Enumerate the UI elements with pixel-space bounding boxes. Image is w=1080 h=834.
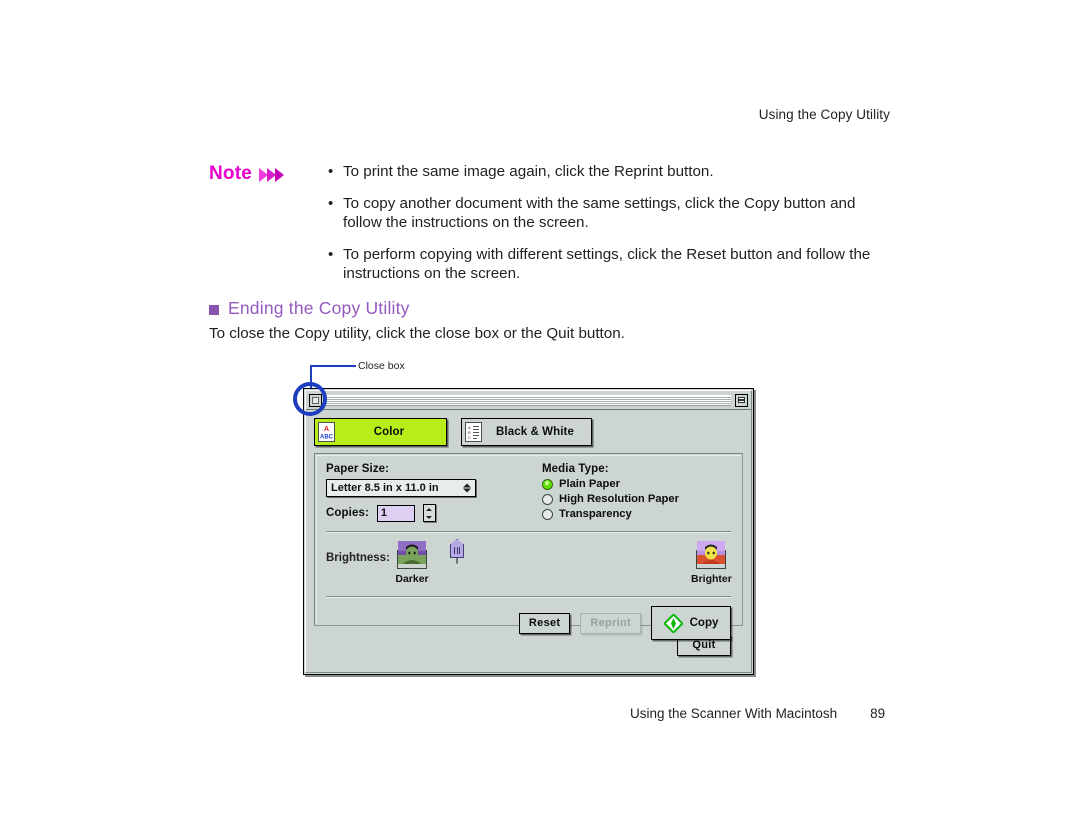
settings-panel: Paper Size: Letter 8.5 in x 11.0 in Copi…	[314, 453, 743, 640]
media-type-option-high-resolution-paper[interactable]: High Resolution Paper	[542, 493, 731, 505]
darker-caption: Darker	[395, 573, 429, 585]
copies-stepper[interactable]	[422, 504, 436, 522]
window-body: A ABC Color A B C Black & White Paper Si…	[306, 411, 751, 672]
color-document-icon: A ABC	[318, 422, 335, 442]
brightness-row: Brightness: Darker Brighter	[326, 539, 732, 587]
reset-button[interactable]: Reset	[518, 612, 571, 634]
reprint-button: Reprint	[580, 612, 641, 634]
square-bullet-icon	[209, 304, 219, 315]
settings-top-group: Paper Size: Letter 8.5 in x 11.0 in Copi…	[326, 463, 731, 522]
svg-text:C: C	[468, 435, 471, 440]
color-mode-label: Color	[373, 426, 405, 438]
copies-input[interactable]: 1	[376, 504, 415, 522]
divider	[326, 596, 731, 598]
radio-icon	[542, 493, 553, 505]
mode-button-row: A ABC Color A B C Black & White	[314, 418, 743, 446]
bullet-icon: •	[328, 163, 334, 180]
media-type-option-plain-paper[interactable]: Plain Paper	[542, 478, 731, 490]
copies-row: Copies: 1	[326, 504, 526, 522]
collapse-box[interactable]	[735, 393, 748, 407]
copy-button[interactable]: Copy	[651, 606, 731, 640]
note-item-text: To perform copying with different settin…	[343, 245, 871, 283]
page-title-text: Ending the Copy Utility	[228, 298, 410, 318]
bw-document-icon: A B C	[465, 422, 482, 442]
divider	[326, 531, 731, 533]
green-diamond-icon	[662, 612, 684, 634]
paper-size-value: Letter 8.5 in x 11.0 in	[331, 482, 439, 494]
brightness-label: Brightness:	[326, 552, 390, 564]
radio-icon	[542, 508, 553, 520]
svg-text:ABC: ABC	[320, 435, 334, 441]
brightness-slider[interactable]	[444, 539, 679, 564]
double-chevron-right-icon	[259, 167, 285, 183]
slider-handle[interactable]	[450, 539, 464, 558]
note-item-text: To print the same image again, click the…	[343, 163, 714, 180]
bullet-icon: •	[328, 245, 334, 263]
list-item: • To print the same image again, click t…	[328, 162, 883, 182]
darker-thumbnail-icon	[397, 541, 427, 569]
media-type-option-transparency[interactable]: Transparency	[542, 508, 731, 520]
paper-size-select[interactable]: Letter 8.5 in x 11.0 in	[326, 479, 476, 497]
updown-arrows-icon	[463, 483, 471, 493]
page-title: Ending the Copy Utility	[209, 298, 410, 319]
brighter-preview: Brighter	[691, 541, 732, 587]
note-list: • To print the same image again, click t…	[328, 162, 883, 296]
media-type-label: Media Type:	[542, 463, 609, 475]
brighter-thumbnail-icon	[696, 541, 726, 569]
darker-preview: Darker	[392, 541, 432, 587]
page-footer: Using the Scanner With Macintosh 89	[630, 706, 885, 721]
close-box[interactable]	[309, 393, 322, 407]
window-titlebar[interactable]	[306, 391, 751, 410]
slider-track[interactable]	[450, 539, 464, 564]
copies-label: Copies:	[326, 507, 369, 519]
action-button-row: Reset Reprint Copy	[326, 606, 731, 640]
bullet-icon: •	[328, 194, 334, 212]
black-white-mode-label: Black & White	[496, 426, 574, 438]
copy-utility-window: A ABC Color A B C Black & White Paper Si…	[303, 388, 754, 675]
media-type-option-label: High Resolution Paper	[559, 493, 679, 505]
brighter-caption: Brighter	[691, 573, 732, 585]
running-head: Using the Copy Utility	[758, 107, 890, 122]
list-item: • To perform copying with different sett…	[328, 245, 883, 284]
footer-page-number: 89	[870, 706, 886, 721]
media-type-option-label: Plain Paper	[559, 478, 620, 490]
footer-title: Using the Scanner With Macintosh	[630, 706, 838, 721]
svg-text:A: A	[324, 426, 329, 433]
note-item-text: To copy another document with the same s…	[343, 194, 856, 232]
paper-size-label: Paper Size:	[326, 463, 390, 475]
list-item: • To copy another document with the same…	[328, 194, 883, 233]
section-body-text: To close the Copy utility, click the clo…	[209, 325, 625, 342]
radio-icon	[542, 478, 553, 490]
titlebar-stripes	[326, 394, 731, 406]
media-type-option-label: Transparency	[559, 508, 632, 520]
paper-settings-column: Paper Size: Letter 8.5 in x 11.0 in Copi…	[326, 463, 526, 522]
media-type-column: Media Type: Plain Paper High Resolution …	[526, 463, 731, 522]
copy-button-label: Copy	[689, 617, 719, 629]
note-label-text: Note	[209, 163, 253, 184]
color-mode-button[interactable]: A ABC Color	[314, 418, 447, 446]
note-label: Note	[209, 163, 285, 185]
callout-label: Close box	[358, 360, 405, 372]
black-white-mode-button[interactable]: A B C Black & White	[461, 418, 592, 446]
